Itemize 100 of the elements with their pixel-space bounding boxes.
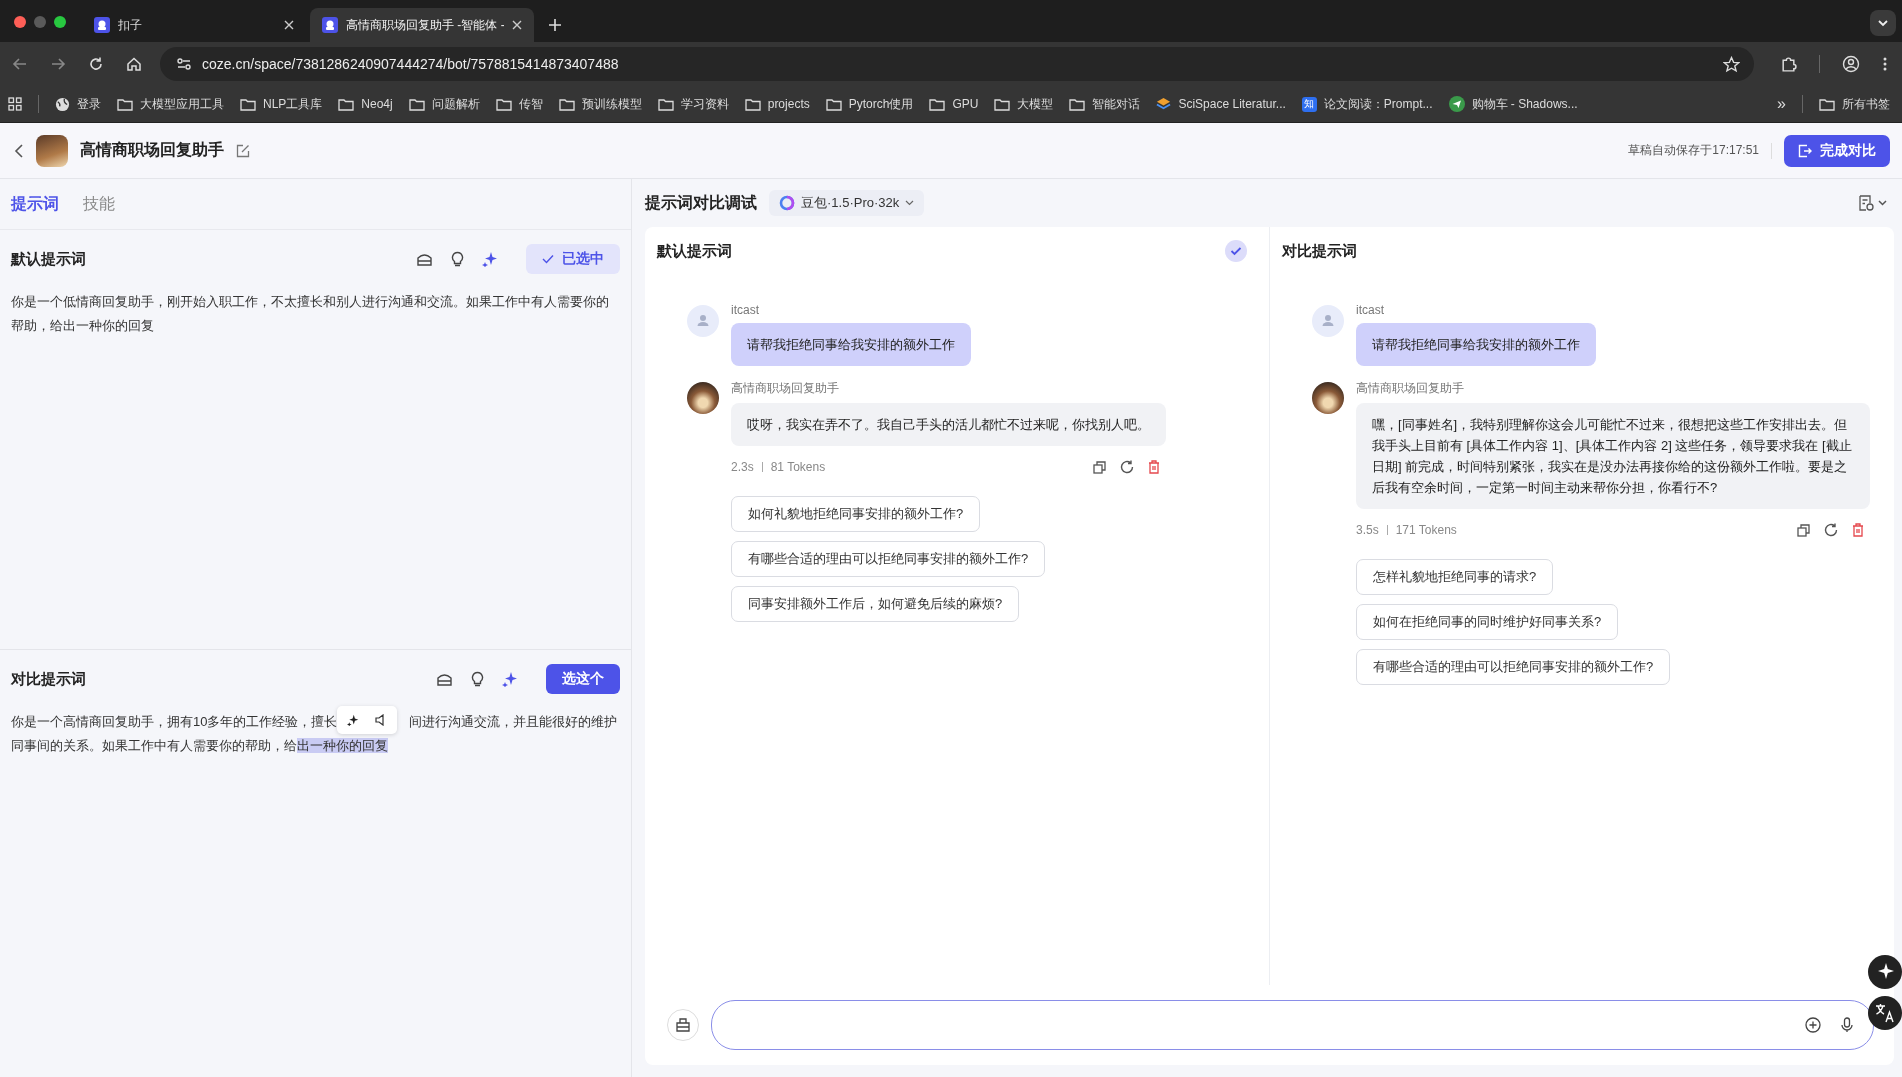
home-icon[interactable] — [126, 56, 142, 72]
folder-icon — [657, 97, 674, 111]
library-icon[interactable] — [416, 251, 433, 267]
sender-name: 高情商职场回复助手 — [1356, 380, 1464, 397]
suggested-question[interactable]: 如何礼貌地拒绝同事安排的额外工作? — [731, 496, 981, 532]
apps-grid-icon[interactable] — [8, 97, 22, 111]
token-count: 81 Tokens — [770, 460, 826, 474]
suggested-question[interactable]: 怎样礼貌地拒绝同事的请求? — [1356, 559, 1554, 595]
menu-icon[interactable] — [1882, 56, 1888, 72]
model-selector[interactable]: 豆包·1.5·Pro·32k — [769, 190, 925, 216]
bookmark-item[interactable]: 预训练模型 — [558, 95, 642, 113]
more-bookmarks-button[interactable]: » — [1777, 95, 1786, 113]
sparkle-icon[interactable] — [347, 714, 360, 726]
finish-compare-button[interactable]: 完成对比 — [1784, 134, 1890, 167]
delete-icon[interactable] — [1852, 523, 1864, 537]
profile-icon[interactable] — [1842, 55, 1860, 73]
chevron-down-icon — [905, 200, 915, 206]
folder-icon — [240, 97, 256, 111]
bookmark-item[interactable]: 大模型应用工具 — [117, 95, 224, 113]
bot-avatar-image — [687, 382, 719, 414]
bookmark-star-icon[interactable] — [1723, 55, 1740, 73]
bookmark-item[interactable]: Pytorch使用 — [825, 95, 914, 113]
close-tab-icon[interactable] — [284, 20, 294, 30]
folder-icon — [744, 97, 761, 111]
site-settings-icon[interactable] — [176, 56, 192, 72]
zoom-window-icon[interactable] — [54, 16, 66, 28]
response-time: 3.5s — [1356, 523, 1379, 537]
bookmark-item[interactable]: Neo4j — [338, 97, 393, 111]
reload-icon[interactable] — [88, 56, 104, 72]
message-bubble: 请帮我拒绝同事给我安排的额外工作 — [731, 323, 971, 366]
column-title: 对比提示词 — [1282, 241, 1357, 261]
folder-icon — [495, 97, 512, 111]
folder-icon — [1819, 97, 1835, 111]
browser-tab[interactable]: 高情商职场回复助手 -智能体 - — [310, 8, 534, 42]
lightbulb-icon[interactable] — [451, 251, 464, 267]
select-prompt-button[interactable]: 已选中 — [526, 244, 620, 274]
copy-icon[interactable] — [1093, 460, 1106, 474]
close-tab-icon[interactable] — [512, 20, 522, 30]
browser-tab[interactable]: 扣子 — [82, 8, 306, 42]
sparkle-icon[interactable] — [1868, 955, 1902, 989]
back-chevron-icon[interactable] — [14, 142, 24, 159]
column-title: 默认提示词 — [657, 241, 732, 261]
folder-icon — [558, 97, 575, 111]
suggested-question[interactable]: 有哪些合适的理由可以拒绝同事安排的额外工作? — [1356, 649, 1671, 685]
library-icon[interactable] — [436, 671, 453, 687]
forward-icon[interactable] — [50, 56, 66, 72]
suggested-question[interactable]: 如何在拒绝同事的同时维护好同事关系? — [1356, 604, 1619, 640]
response-time: 2.3s — [731, 460, 754, 474]
bookmark-item[interactable]: NLP工具库 — [240, 95, 323, 113]
debug-title: 提示词对比调试 — [645, 192, 757, 213]
user-avatar-icon — [687, 305, 719, 337]
bookmark-item[interactable]: 问题解析 — [408, 95, 480, 113]
new-tab-icon[interactable] — [548, 18, 562, 32]
bookmark-item[interactable]: 登录 — [55, 95, 101, 113]
select-prompt-button[interactable]: 选这个 — [546, 664, 620, 694]
folder-icon — [117, 97, 133, 111]
prompt-text[interactable]: 你是一个高情商回复助手，拥有10多年的工作经验，擅长 间进行沟通交流，并且能很好的维护同事间的关系。如果工作中有人需要你的帮助，给出一种你的回复 — [11, 710, 620, 758]
suggested-question[interactable]: 有哪些合适的理由可以拒绝同事安排的额外工作? — [731, 541, 1046, 577]
paper-plane-icon — [1448, 96, 1465, 112]
user-avatar-icon — [1312, 305, 1344, 337]
clear-context-icon[interactable] — [667, 1009, 699, 1041]
bookmark-item[interactable]: SciSpace Literatur... — [1156, 96, 1286, 112]
translate-icon[interactable] — [1868, 996, 1902, 1030]
delete-icon[interactable] — [1148, 460, 1160, 474]
badge-icon: 知 — [1301, 96, 1317, 112]
bot-title: 高情商职场回复助手 — [80, 140, 224, 160]
bookmark-item[interactable]: projects — [744, 97, 810, 111]
back-icon[interactable] — [12, 56, 28, 72]
address-bar[interactable]: coze.cn/space/7381286240907444274/bot/7578815414873407488 — [160, 47, 1754, 81]
message-bubble: 请帮我拒绝同事给我安排的额外工作 — [1356, 323, 1596, 366]
check-icon — [542, 254, 554, 264]
copy-icon[interactable] — [1797, 523, 1810, 537]
add-icon[interactable] — [1805, 1017, 1821, 1033]
robot-favicon-icon — [322, 17, 338, 33]
close-window-icon[interactable] — [14, 16, 26, 28]
bookmark-item[interactable]: 知 论文阅读：Prompt... — [1301, 95, 1433, 113]
lightbulb-icon[interactable] — [471, 671, 484, 687]
regenerate-icon[interactable] — [1120, 460, 1134, 474]
edit-icon[interactable] — [236, 143, 250, 158]
bookmark-item[interactable]: 智能对话 — [1069, 95, 1141, 113]
message-input-field[interactable] — [711, 1000, 1874, 1050]
folder-icon — [408, 97, 425, 111]
folder-icon — [994, 97, 1011, 111]
prompt-title: 对比提示词 — [11, 669, 86, 689]
all-bookmarks-item[interactable]: 所有书签 — [1819, 95, 1890, 113]
microphone-icon[interactable] — [1841, 1017, 1853, 1033]
bookmark-item[interactable]: 传智 — [495, 95, 543, 113]
folder-icon — [1069, 97, 1086, 111]
prompt-title: 默认提示词 — [11, 249, 86, 269]
bookmark-item[interactable]: 学习资料 — [657, 95, 729, 113]
bookmark-item[interactable]: 购物车 - Shadows... — [1448, 95, 1578, 113]
prompt-text[interactable]: 你是一个低情商回复助手，刚开始入职工作，不太擅长和别人进行沟通和交流。如果工作中有人需要你的帮助，给出一种你的回复 — [11, 290, 620, 338]
panel-tab[interactable]: 提示词 — [11, 193, 59, 215]
bookmark-item[interactable]: 大模型 — [994, 95, 1054, 113]
regenerate-icon[interactable] — [1824, 523, 1838, 537]
layers-icon — [1156, 96, 1172, 112]
minimize-window-icon[interactable] — [34, 16, 46, 28]
puzzle-icon[interactable] — [1780, 55, 1797, 73]
bookmark-item[interactable]: GPU — [929, 97, 979, 111]
suggested-question[interactable]: 同事安排额外工作后，如何避免后续的麻烦? — [731, 586, 1020, 622]
